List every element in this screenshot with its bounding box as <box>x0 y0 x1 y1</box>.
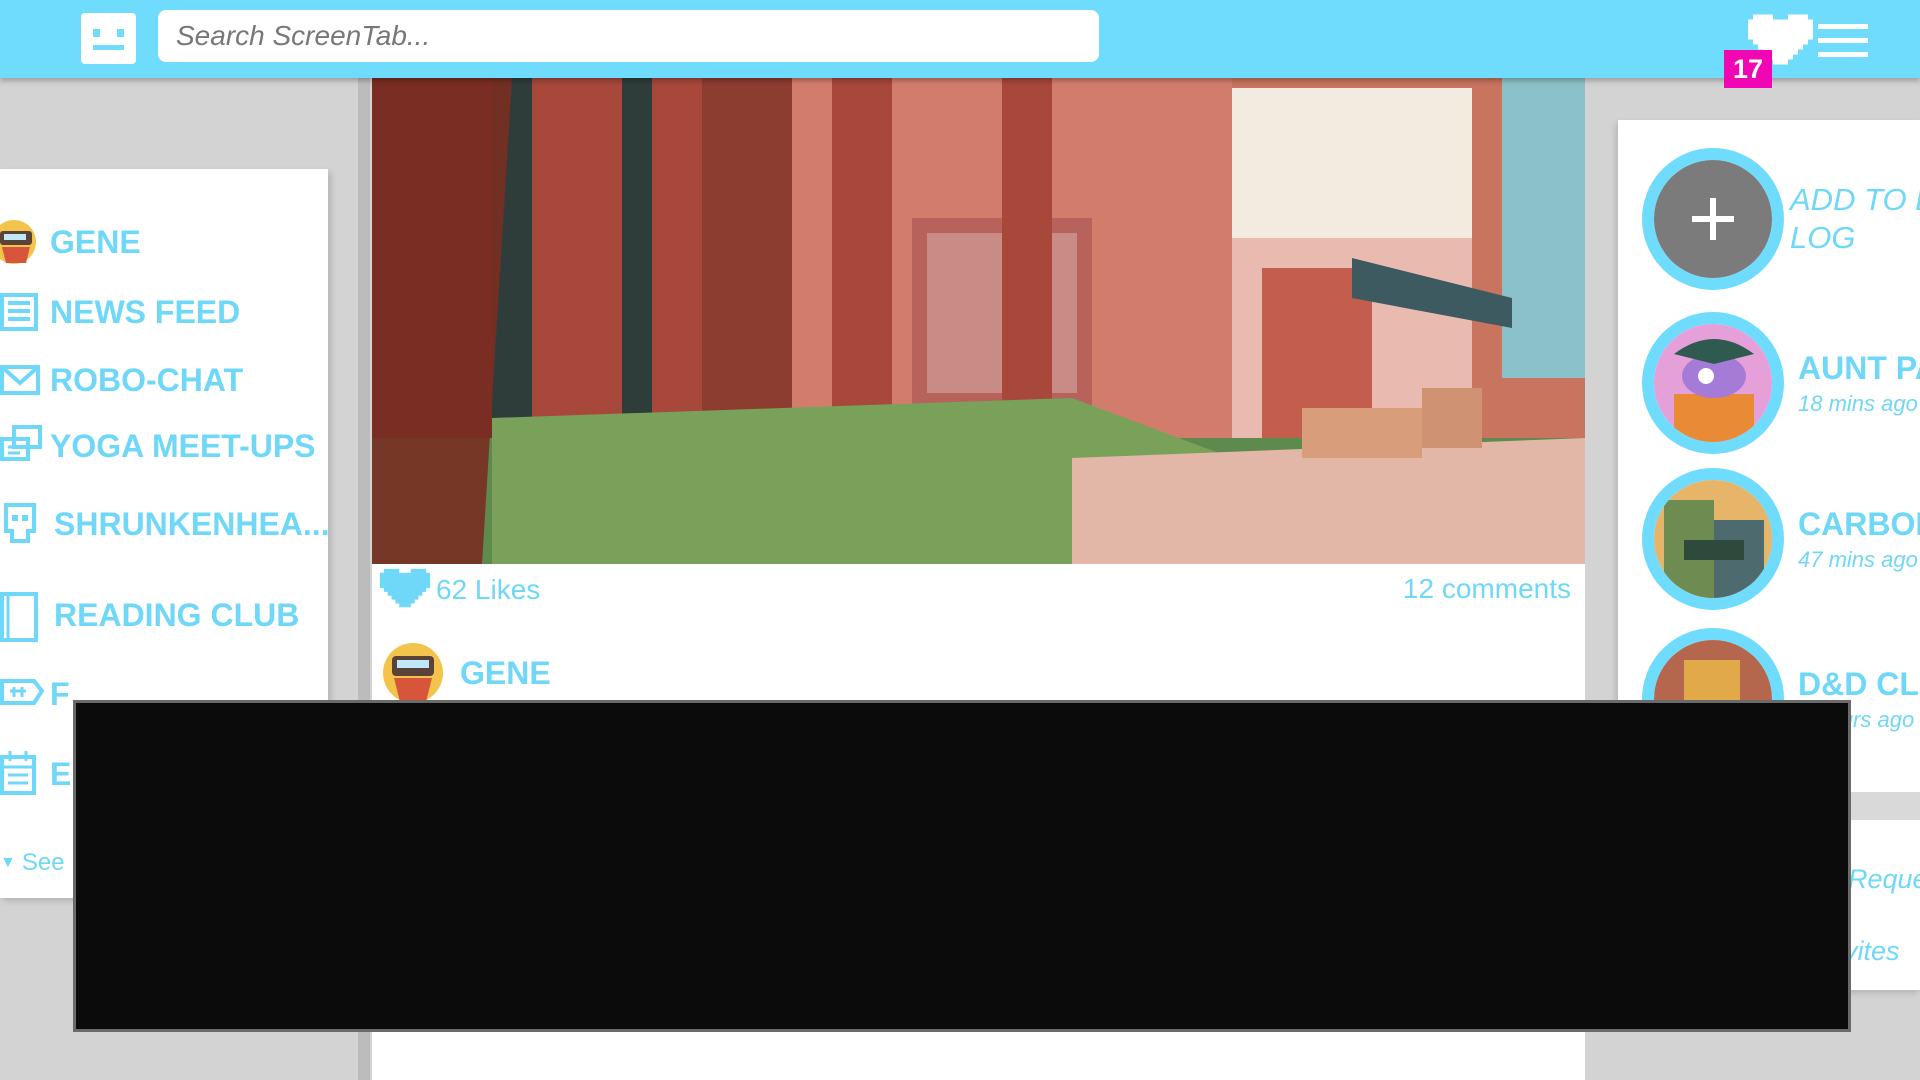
likes-count: 62 Likes <box>436 574 541 605</box>
add-to-log-button[interactable]: ADD TO L LOG <box>1642 148 1920 290</box>
story-name: CARBON <box>1798 505 1920 542</box>
plus-icon <box>1654 160 1772 278</box>
story-name: AUNT PA <box>1798 349 1920 386</box>
hamburger-menu-icon[interactable] <box>1818 24 1868 58</box>
search-input[interactable] <box>158 10 1099 62</box>
like-button[interactable]: 62 Likes <box>380 568 540 612</box>
sidebar-item-yoga-meetups[interactable]: YOGA MEET-UPS <box>0 421 316 471</box>
story-time: 47 mins ago <box>1798 546 1918 572</box>
requests-link[interactable]: Reque <box>1848 864 1920 895</box>
invites-link[interactable]: vites <box>1844 936 1900 967</box>
sidebar-item-label: F <box>50 675 70 712</box>
sidebar-item-reading-club[interactable]: READING CLUB <box>0 583 299 647</box>
sidebar-item-label: E <box>50 755 72 792</box>
sidebar-item-e[interactable]: E <box>0 749 71 799</box>
chat-bubbles-icon <box>0 425 42 461</box>
notification-badge[interactable]: 17 <box>1724 50 1772 88</box>
avatar <box>1642 468 1784 610</box>
sidebar-item-f[interactable]: F <box>0 669 70 719</box>
redaction-overlay <box>73 700 1851 1032</box>
sidebar-item-label: NEWS FEED <box>50 293 241 330</box>
sidebar-item-label: YOGA MEET-UPS <box>50 427 316 464</box>
post-author[interactable]: GENE <box>382 642 551 704</box>
sidebar-item-label: GENE <box>50 223 141 260</box>
story-time: 18 mins ago <box>1798 390 1918 416</box>
sidebar-item-shrunkenhead[interactable]: SHRUNKENHEA... <box>0 499 330 549</box>
top-bar: 17 <box>0 0 1920 88</box>
sidebar-item-robo-chat[interactable]: ROBO-CHAT <box>0 355 243 405</box>
comments-link[interactable]: 12 comments <box>1403 573 1571 605</box>
mail-icon <box>0 365 40 395</box>
heart-icon <box>380 568 430 608</box>
add-to-log-label: ADD TO L LOG <box>1790 182 1920 255</box>
app-logo-icon[interactable] <box>81 13 136 64</box>
user-avatar-icon <box>0 220 36 264</box>
post-image[interactable] <box>372 78 1585 564</box>
avatar <box>383 643 443 703</box>
author-name: GENE <box>460 654 551 691</box>
calendar-icon <box>0 751 36 795</box>
sidebar-item-gene[interactable]: GENE <box>0 217 141 267</box>
gamepad-icon <box>0 679 45 705</box>
add-story-circle <box>1642 148 1784 290</box>
book-icon <box>0 592 38 642</box>
avatar <box>1642 312 1784 454</box>
story-carbon[interactable]: CARBON 47 mins ago <box>1642 468 1920 610</box>
story-name: D&D CLU <box>1798 665 1920 702</box>
story-aunt-pa[interactable]: AUNT PA 18 mins ago <box>1642 312 1920 454</box>
sidebar-item-news-feed[interactable]: NEWS FEED <box>0 287 240 337</box>
skull-icon <box>4 503 36 543</box>
sidebar-item-label: SHRUNKENHEA... <box>54 505 330 542</box>
caret-down-icon: ▼ <box>0 854 16 871</box>
sidebar-item-label: ROBO-CHAT <box>50 361 244 398</box>
sidebar-item-label: READING CLUB <box>54 596 300 633</box>
news-icon <box>0 293 38 331</box>
